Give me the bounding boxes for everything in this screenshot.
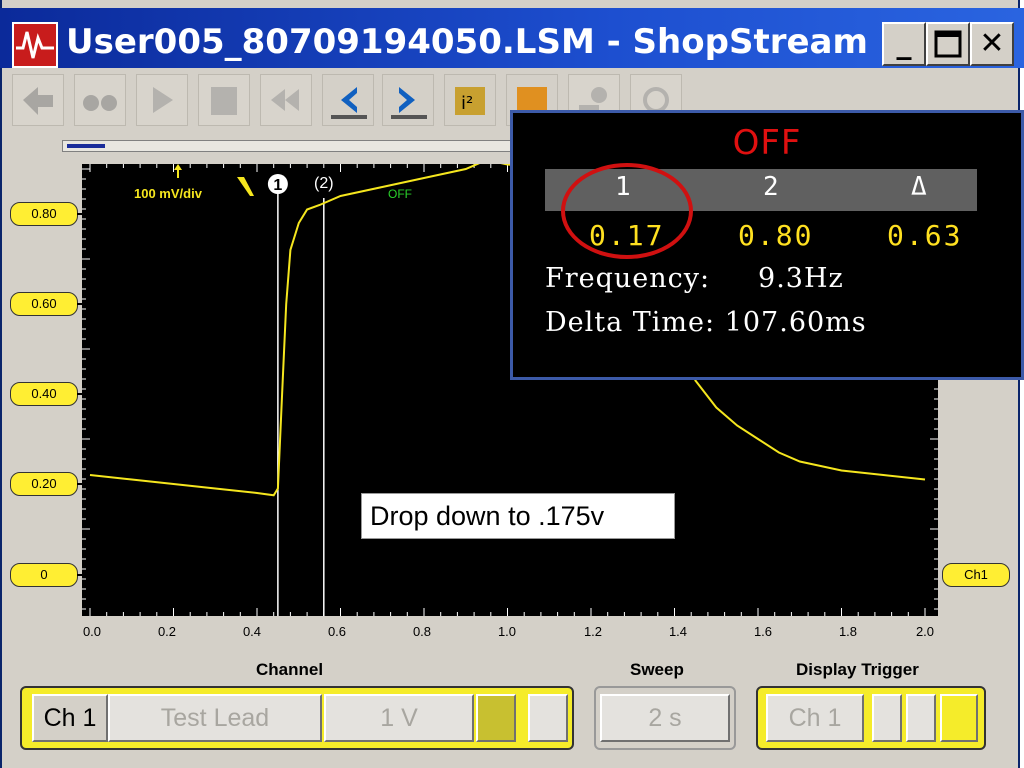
x-label: 1.0	[497, 624, 517, 639]
play-icon[interactable]	[136, 74, 188, 126]
channel-select-button[interactable]: Ch 1	[32, 694, 108, 742]
sweep-group-label: Sweep	[630, 660, 684, 679]
x-label: 0.6	[327, 624, 347, 639]
x-label: 0.2	[157, 624, 177, 639]
channel-group-label: Channel	[256, 660, 324, 679]
maximize-icon	[934, 30, 962, 58]
binoculars-icon[interactable]	[74, 74, 126, 126]
scroll-thumb[interactable]	[67, 144, 105, 148]
cursor-left-icon[interactable]	[322, 74, 374, 126]
readout-value-2: 0.80	[738, 219, 814, 252]
sweep-select-button[interactable]: 2 s	[600, 694, 730, 742]
y-label-0.60: 0.60	[10, 292, 85, 316]
waveform-mode-icon[interactable]	[476, 694, 516, 742]
trigger-position-icon[interactable]	[940, 694, 978, 742]
close-button[interactable]: ✕	[970, 22, 1014, 66]
highlight-circle	[561, 163, 693, 259]
waveform-app-icon	[12, 22, 58, 68]
back-icon[interactable]	[12, 74, 64, 126]
cursor-2-label: (2)	[314, 175, 334, 192]
rewind-icon[interactable]	[260, 74, 312, 126]
close-icon: ✕	[979, 26, 1005, 61]
annotation-callout: Drop down to .175v	[361, 493, 675, 539]
title-bar: User005_80709194050.LSM - ShopStream ...…	[0, 8, 1024, 68]
minimize-icon: _	[896, 26, 912, 61]
y-label-0: 0	[10, 563, 85, 587]
x-label: 2.0	[915, 624, 935, 639]
minimize-button[interactable]: _	[882, 22, 926, 66]
readout-delta-time: Delta Time: 107.60ms	[545, 307, 867, 338]
waveform-library-icon[interactable]	[198, 74, 250, 126]
channel-controls: Ch 1 Test Lead 1 V	[20, 686, 574, 750]
x-label: 1.2	[583, 624, 603, 639]
x-label: 0.8	[412, 624, 432, 639]
trigger-slope-icon[interactable]	[872, 694, 902, 742]
time-scrollbar[interactable]	[62, 140, 512, 152]
maximize-button[interactable]	[926, 22, 970, 66]
sweep-controls: 2 s	[594, 686, 736, 750]
x-label: 1.4	[668, 624, 688, 639]
x-label: 1.6	[753, 624, 773, 639]
trigger-off-label: OFF	[388, 187, 412, 201]
window-title: User005_80709194050.LSM - ShopStream ...	[66, 22, 919, 62]
scale-label: 100 mV/div	[134, 186, 203, 201]
trigger-group-label: Display Trigger	[796, 660, 919, 679]
x-label: 0.0	[82, 624, 102, 639]
trigger-slope-icon	[237, 177, 254, 196]
x-label: 1.8	[838, 624, 858, 639]
y-label-0.80: 0.80	[10, 202, 85, 226]
channel-1-tag[interactable]: Ch1	[942, 563, 1010, 587]
readout-frequency: Frequency: 9.3Hz	[545, 263, 844, 294]
volts-select-button[interactable]: 1 V	[324, 694, 474, 742]
cursor-readout-panel: OFF 1 2 Δ 0.17 0.80 0.63 Frequency: 9.3H…	[510, 110, 1024, 380]
lead-select-button[interactable]: Test Lead	[108, 694, 322, 742]
trigger-controls: Ch 1	[756, 686, 986, 750]
readout-value-delta: 0.63	[887, 219, 963, 252]
x-label: 0.4	[242, 624, 262, 639]
trigger-channel-button[interactable]: Ch 1	[766, 694, 864, 742]
readout-col-2: 2	[763, 172, 779, 202]
svg-text:i²: i²	[461, 93, 473, 114]
readout-col-delta: Δ	[911, 172, 927, 202]
cursor-right-icon[interactable]	[382, 74, 434, 126]
scale-arrow-icon	[174, 164, 182, 178]
readout-status: OFF	[732, 123, 802, 163]
y-label-0.20: 0.20	[10, 472, 85, 496]
waveform-filter-icon[interactable]	[528, 694, 568, 742]
trigger-level-icon[interactable]	[906, 694, 936, 742]
cursor-info-icon[interactable]: i²	[444, 74, 496, 126]
cursor-1-label: 1	[273, 177, 282, 194]
y-label-0.40: 0.40	[10, 382, 85, 406]
